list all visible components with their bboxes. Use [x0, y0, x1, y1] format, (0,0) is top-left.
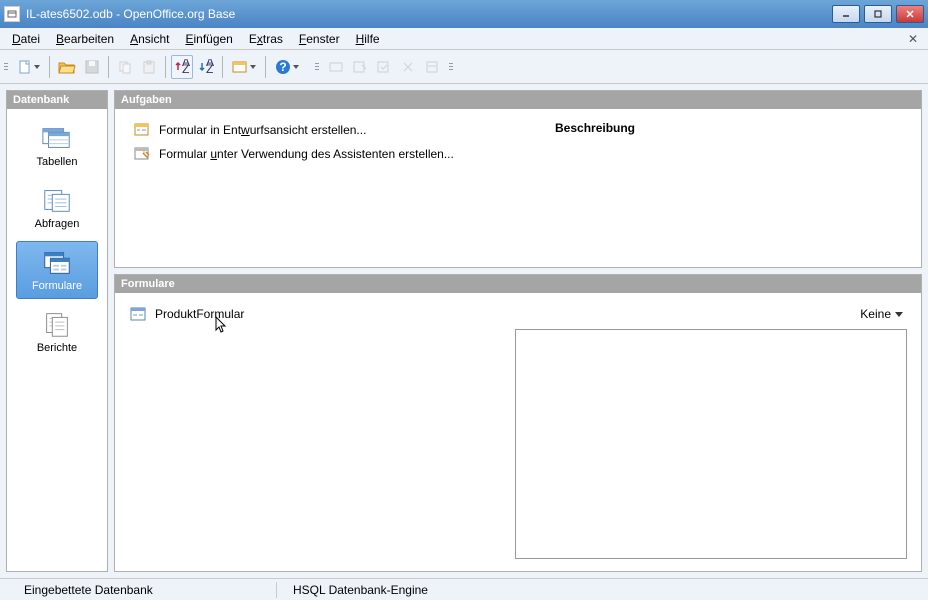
form-design-icon: [133, 121, 151, 139]
sidebar-item-queries[interactable]: Abfragen: [16, 179, 98, 237]
sidebar-item-label: Formulare: [32, 280, 82, 292]
minimize-button[interactable]: [832, 5, 860, 23]
save-button: [81, 55, 103, 79]
sidebar: Datenbank Tabellen Abfragen Formulare: [6, 90, 108, 572]
chevron-down-icon: [292, 65, 300, 69]
sidebar-item-label: Abfragen: [35, 218, 80, 230]
toolbar-separator: [108, 56, 109, 78]
window-controls: [832, 5, 924, 23]
forms-icon: [41, 248, 73, 276]
tasks-header: Aufgaben: [115, 91, 921, 109]
status-separator: [276, 582, 277, 598]
toolbar-btn-c: [373, 55, 395, 79]
toolbar-separator: [265, 56, 266, 78]
menu-insert[interactable]: Einfügen: [177, 30, 240, 48]
toolbar-separator: [222, 56, 223, 78]
tables-icon: [41, 124, 73, 152]
queries-icon: [41, 186, 73, 214]
menu-file[interactable]: Datei: [4, 30, 48, 48]
status-engine: HSQL Datenbank-Engine: [281, 583, 440, 597]
chevron-down-icon: [895, 312, 903, 317]
sidebar-item-tables[interactable]: Tabellen: [16, 117, 98, 175]
description-label: Beschreibung: [555, 121, 907, 135]
toolbar-btn-e: [421, 55, 443, 79]
window-title: IL-ates6502.odb - OpenOffice.org Base: [26, 7, 832, 21]
toolbar-btn-d: [397, 55, 419, 79]
maximize-button[interactable]: [864, 5, 892, 23]
tasks-panel: Aufgaben Formular in Entwurfsansicht ers…: [114, 90, 922, 268]
toolbar-btn-b: [349, 55, 371, 79]
tasks-list: Formular in Entwurfsansicht erstellen...…: [115, 109, 541, 267]
toolbar-handle[interactable]: [449, 56, 455, 78]
toolbar: AZ AZ ?: [0, 50, 928, 84]
sort-asc-button[interactable]: AZ: [171, 55, 193, 79]
chevron-down-icon: [249, 65, 257, 69]
forms-panel: Formulare ProduktFormular: [114, 274, 922, 572]
svg-text:?: ?: [279, 60, 286, 74]
main-area: Datenbank Tabellen Abfragen Formulare: [0, 84, 928, 578]
content-area: Aufgaben Formular in Entwurfsansicht ers…: [114, 90, 922, 572]
toolbar-separator: [49, 56, 50, 78]
toolbar-handle[interactable]: [315, 56, 321, 78]
form-wizard-icon: [133, 145, 151, 163]
form-item-label: ProduktFormular: [155, 307, 244, 321]
sidebar-item-label: Tabellen: [37, 156, 78, 168]
new-doc-button[interactable]: [14, 55, 44, 79]
preview-mode-label: Keine: [860, 307, 891, 321]
help-button[interactable]: ?: [271, 55, 303, 79]
menu-close-icon[interactable]: ✕: [902, 30, 924, 48]
sidebar-item-label: Berichte: [37, 342, 77, 354]
svg-text:Z: Z: [182, 62, 189, 75]
sort-desc-button[interactable]: AZ: [195, 55, 217, 79]
menu-help[interactable]: Hilfe: [348, 30, 388, 48]
reports-icon: [41, 310, 73, 338]
tasks-description: Beschreibung: [541, 109, 921, 267]
task-create-form-wizard[interactable]: Formular unter Verwendung des Assistente…: [133, 145, 523, 163]
sidebar-header: Datenbank: [7, 91, 107, 109]
form-button[interactable]: [228, 55, 260, 79]
menu-tools[interactable]: Extras: [241, 30, 291, 48]
task-label: Formular in Entwurfsansicht erstellen...: [159, 123, 366, 137]
svg-text:Z: Z: [206, 62, 213, 75]
status-embedded: Eingebettete Datenbank: [12, 583, 272, 597]
task-create-form-design[interactable]: Formular in Entwurfsansicht erstellen...: [133, 121, 523, 139]
preview-box: [515, 329, 907, 559]
menu-window[interactable]: Fenster: [291, 30, 348, 48]
toolbar-separator: [165, 56, 166, 78]
preview-pane: Keine: [515, 305, 907, 559]
toolbar-handle[interactable]: [4, 56, 10, 78]
copy-button: [114, 55, 136, 79]
chevron-down-icon: [33, 65, 41, 69]
menubar: Datei Bearbeiten Ansicht Einfügen Extras…: [0, 28, 928, 50]
form-icon: [129, 305, 147, 323]
preview-mode-dropdown[interactable]: Keine: [856, 305, 907, 323]
close-button[interactable]: [896, 5, 924, 23]
forms-list[interactable]: ProduktFormular: [129, 305, 501, 559]
menu-view[interactable]: Ansicht: [122, 30, 177, 48]
app-icon: [4, 6, 20, 22]
forms-header: Formulare: [115, 275, 921, 293]
paste-button: [138, 55, 160, 79]
open-button[interactable]: [55, 55, 79, 79]
sidebar-item-reports[interactable]: Berichte: [16, 303, 98, 361]
task-label: Formular unter Verwendung des Assistente…: [159, 147, 454, 161]
form-item[interactable]: ProduktFormular: [129, 305, 501, 323]
statusbar: Eingebettete Datenbank HSQL Datenbank-En…: [0, 578, 928, 600]
sidebar-item-forms[interactable]: Formulare: [16, 241, 98, 299]
toolbar-btn-a: [325, 55, 347, 79]
titlebar: IL-ates6502.odb - OpenOffice.org Base: [0, 0, 928, 28]
menu-edit[interactable]: Bearbeiten: [48, 30, 122, 48]
